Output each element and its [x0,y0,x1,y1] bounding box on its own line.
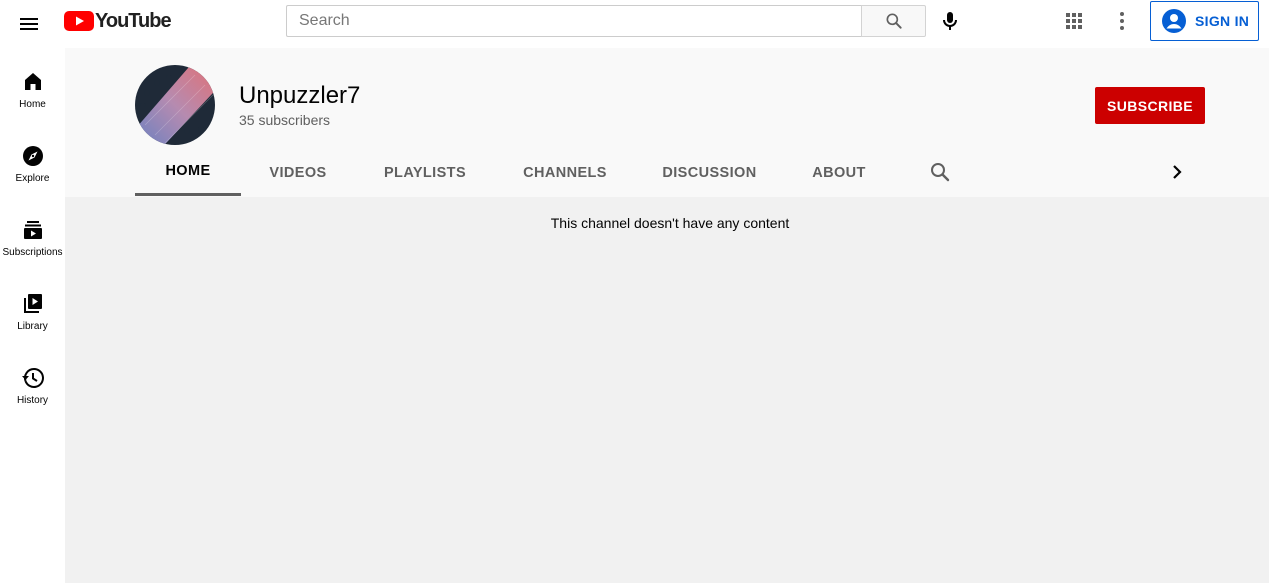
guide-menu-button[interactable] [9,4,49,44]
channel-search-icon[interactable] [928,160,952,184]
chevron-right-icon[interactable] [1165,160,1189,184]
voice-search-button[interactable] [930,1,970,41]
tab-playlists[interactable]: PLAYLISTS [355,148,495,197]
empty-channel-message: This channel doesn't have any content [550,215,790,231]
account-circle-icon [1162,9,1186,33]
search-box [286,5,862,37]
guide-item-home[interactable]: Home [0,48,65,122]
tab-videos[interactable]: VIDEOS [241,148,355,197]
mini-guide: Home Explore Subscriptions Library Histo… [0,48,65,583]
apps-grid-icon [1066,13,1082,29]
search-icon [886,13,902,29]
youtube-play-logo-icon [64,11,94,31]
channel-header: Unpuzzler7 35 subscribers SUBSCRIBE HOME… [65,48,1269,197]
sign-in-label: SIGN IN [1195,13,1250,29]
subscriptions-icon [23,221,42,239]
sign-in-button[interactable]: SIGN IN [1150,1,1259,41]
hamburger-menu-icon [20,18,38,30]
more-vertical-icon [1120,12,1124,30]
subscribe-button[interactable]: SUBSCRIBE [1095,87,1205,124]
tab-about[interactable]: ABOUT [784,148,894,197]
tab-home[interactable]: HOME [135,148,241,196]
guide-label: Home [19,99,46,110]
guide-item-subscriptions[interactable]: Subscriptions [0,196,65,270]
guide-item-history[interactable]: History [0,344,65,418]
subscriber-count: 35 subscribers [239,112,331,128]
search-input[interactable] [287,6,862,36]
guide-item-library[interactable]: Library [0,270,65,344]
library-icon [23,294,42,313]
channel-name: Unpuzzler7 [239,82,361,109]
microphone-icon [943,12,957,30]
tab-discussion[interactable]: DISCUSSION [635,148,784,197]
home-icon [24,73,41,90]
guide-label: History [16,395,49,406]
guide-item-explore[interactable]: Explore [0,122,65,196]
apps-button[interactable] [1054,1,1094,41]
browse-content: Unpuzzler7 35 subscribers SUBSCRIBE HOME… [65,48,1269,583]
channel-tabs: HOME VIDEOS PLAYLISTS CHANNELS DISCUSSIO… [135,148,1205,197]
guide-label: Library [17,321,48,332]
masthead: YouTube Search SIGN IN [0,0,1269,48]
logo-text: YouTube [95,10,172,32]
compass-icon [22,146,43,166]
puzzle-avatar-image [135,65,215,145]
channel-avatar[interactable] [135,65,215,145]
tab-channels[interactable]: CHANNELS [495,148,635,197]
history-icon [21,367,44,388]
search-button[interactable] [861,5,926,37]
youtube-logo[interactable]: YouTube [64,10,172,32]
guide-label: Explore [15,173,50,184]
guide-label: Subscriptions [2,247,63,258]
settings-more-button[interactable] [1102,1,1142,41]
